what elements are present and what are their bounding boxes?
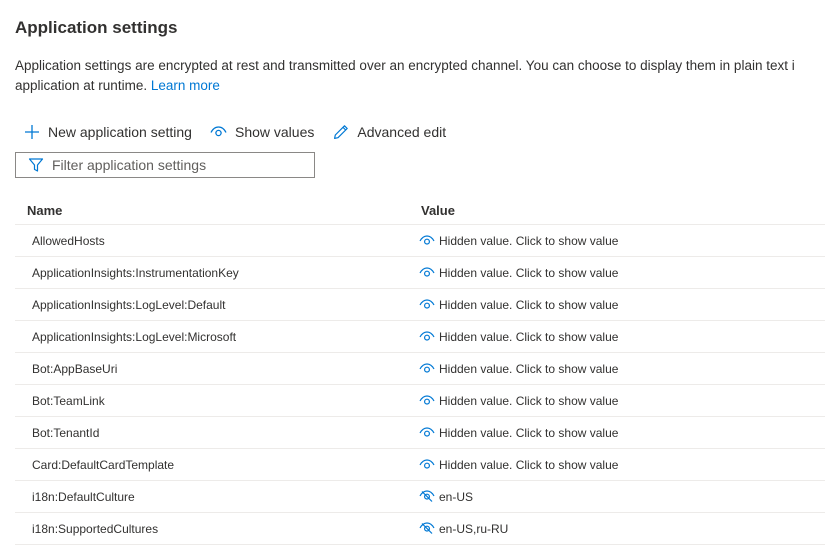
eye-icon xyxy=(419,330,435,344)
setting-value-cell: Hidden value. Click to show value xyxy=(409,330,825,344)
setting-value: en-US xyxy=(439,489,474,504)
advanced-edit-button[interactable]: Advanced edit xyxy=(332,123,446,141)
setting-name[interactable]: Bot:AppBaseUri xyxy=(15,362,409,376)
eye-icon xyxy=(210,123,228,141)
show-values-button[interactable]: Show values xyxy=(210,123,314,141)
table-row[interactable]: AllowedHosts Hidden value. Click to show … xyxy=(15,225,825,257)
setting-name[interactable]: ApplicationInsights:LogLevel:Microsoft xyxy=(15,330,409,344)
table-row[interactable]: Bot:AppBaseUri Hidden value. Click to sho… xyxy=(15,353,825,385)
page-title: Application settings xyxy=(15,18,178,37)
filter-icon xyxy=(28,157,44,173)
setting-value-cell: en-US xyxy=(409,490,825,504)
description-line-1: Application settings are encrypted at re… xyxy=(15,58,795,73)
toggle-value-button[interactable]: en-US xyxy=(419,490,473,504)
setting-value: Hidden value. Click to show value xyxy=(439,329,619,344)
eye-icon xyxy=(419,266,435,280)
setting-name[interactable]: AllowedHosts xyxy=(15,234,409,248)
setting-value: Hidden value. Click to show value xyxy=(439,265,619,280)
description-line-2: application at runtime. Learn more xyxy=(15,76,825,96)
setting-name[interactable]: ApplicationInsights:LogLevel:Default xyxy=(15,298,409,312)
description-line-2-text: application at runtime. xyxy=(15,78,151,93)
eye-icon xyxy=(419,426,435,440)
new-application-setting-button[interactable]: New application setting xyxy=(23,123,192,141)
eye-icon xyxy=(419,394,435,408)
table-row[interactable]: ApplicationInsights:InstrumentationKey Hi… xyxy=(15,257,825,289)
toggle-value-button[interactable]: Hidden value. Click to show value xyxy=(419,458,618,472)
setting-value-cell: Hidden value. Click to show value xyxy=(409,266,825,280)
grid-body: AllowedHosts Hidden value. Click to show … xyxy=(15,225,825,545)
table-row[interactable]: i18n:SupportedCultures en-US,ru-RU xyxy=(15,513,825,545)
page-description: Application settings are encrypted at re… xyxy=(15,56,825,96)
eye-icon xyxy=(419,362,435,376)
setting-value: en-US,ru-RU xyxy=(439,521,509,536)
setting-value-cell: Hidden value. Click to show value xyxy=(409,234,825,248)
table-row[interactable]: Bot:TeamLink Hidden value. Click to show … xyxy=(15,385,825,417)
setting-value: Hidden value. Click to show value xyxy=(439,233,619,248)
toggle-value-button[interactable]: Hidden value. Click to show value xyxy=(419,394,618,408)
column-header-name[interactable]: Name xyxy=(15,203,409,218)
setting-value-cell: en-US,ru-RU xyxy=(409,522,825,536)
setting-value: Hidden value. Click to show value xyxy=(439,361,619,376)
toggle-value-button[interactable]: Hidden value. Click to show value xyxy=(419,234,618,248)
table-row[interactable]: ApplicationInsights:LogLevel:Microsoft Hi… xyxy=(15,321,825,353)
toggle-value-button[interactable]: Hidden value. Click to show value xyxy=(419,426,618,440)
toggle-value-button[interactable]: Hidden value. Click to show value xyxy=(419,298,618,312)
toggle-value-button[interactable]: Hidden value. Click to show value xyxy=(419,362,618,376)
setting-name[interactable]: i18n:SupportedCultures xyxy=(15,522,409,536)
eye-slash-icon xyxy=(419,522,435,536)
setting-name[interactable]: Card:DefaultCardTemplate xyxy=(15,458,409,472)
setting-value-cell: Hidden value. Click to show value xyxy=(409,458,825,472)
setting-value: Hidden value. Click to show value xyxy=(439,297,619,312)
table-row[interactable]: i18n:DefaultCulture en-US xyxy=(15,481,825,513)
filter-box xyxy=(15,152,315,178)
command-bar: New application setting Show values Adva… xyxy=(23,121,464,143)
eye-icon xyxy=(419,458,435,472)
show-values-label: Show values xyxy=(234,124,315,140)
setting-value: Hidden value. Click to show value xyxy=(439,393,619,408)
setting-value-cell: Hidden value. Click to show value xyxy=(409,394,825,408)
setting-value-cell: Hidden value. Click to show value xyxy=(409,362,825,376)
settings-grid: Name Value AllowedHosts Hidden value. Cli… xyxy=(15,196,825,545)
new-application-setting-label: New application setting xyxy=(48,124,192,140)
setting-name[interactable]: i18n:DefaultCulture xyxy=(15,490,409,504)
eye-icon xyxy=(419,234,435,248)
plus-icon xyxy=(23,123,41,141)
pencil-icon xyxy=(332,123,350,141)
setting-value: Hidden value. Click to show value xyxy=(439,457,619,472)
setting-value-cell: Hidden value. Click to show value xyxy=(409,426,825,440)
setting-name[interactable]: ApplicationInsights:InstrumentationKey xyxy=(15,266,409,280)
toggle-value-button[interactable]: Hidden value. Click to show value xyxy=(419,266,618,280)
grid-header: Name Value xyxy=(15,196,825,225)
learn-more-link[interactable]: Learn more xyxy=(151,78,220,93)
table-row[interactable]: Bot:TenantId Hidden value. Click to show … xyxy=(15,417,825,449)
column-header-value[interactable]: Value xyxy=(409,203,825,218)
table-row[interactable]: ApplicationInsights:LogLevel:Default Hidd… xyxy=(15,289,825,321)
setting-value-cell: Hidden value. Click to show value xyxy=(409,298,825,312)
toggle-value-button[interactable]: en-US,ru-RU xyxy=(419,522,508,536)
setting-name[interactable]: Bot:TenantId xyxy=(15,426,409,440)
eye-icon xyxy=(419,298,435,312)
eye-slash-icon xyxy=(419,490,435,504)
setting-value: Hidden value. Click to show value xyxy=(439,425,619,440)
advanced-edit-label: Advanced edit xyxy=(357,124,447,140)
table-row[interactable]: Card:DefaultCardTemplate Hidden value. Cl… xyxy=(15,449,825,481)
setting-name[interactable]: Bot:TeamLink xyxy=(15,394,409,408)
toggle-value-button[interactable]: Hidden value. Click to show value xyxy=(419,330,618,344)
filter-input[interactable] xyxy=(52,157,302,173)
